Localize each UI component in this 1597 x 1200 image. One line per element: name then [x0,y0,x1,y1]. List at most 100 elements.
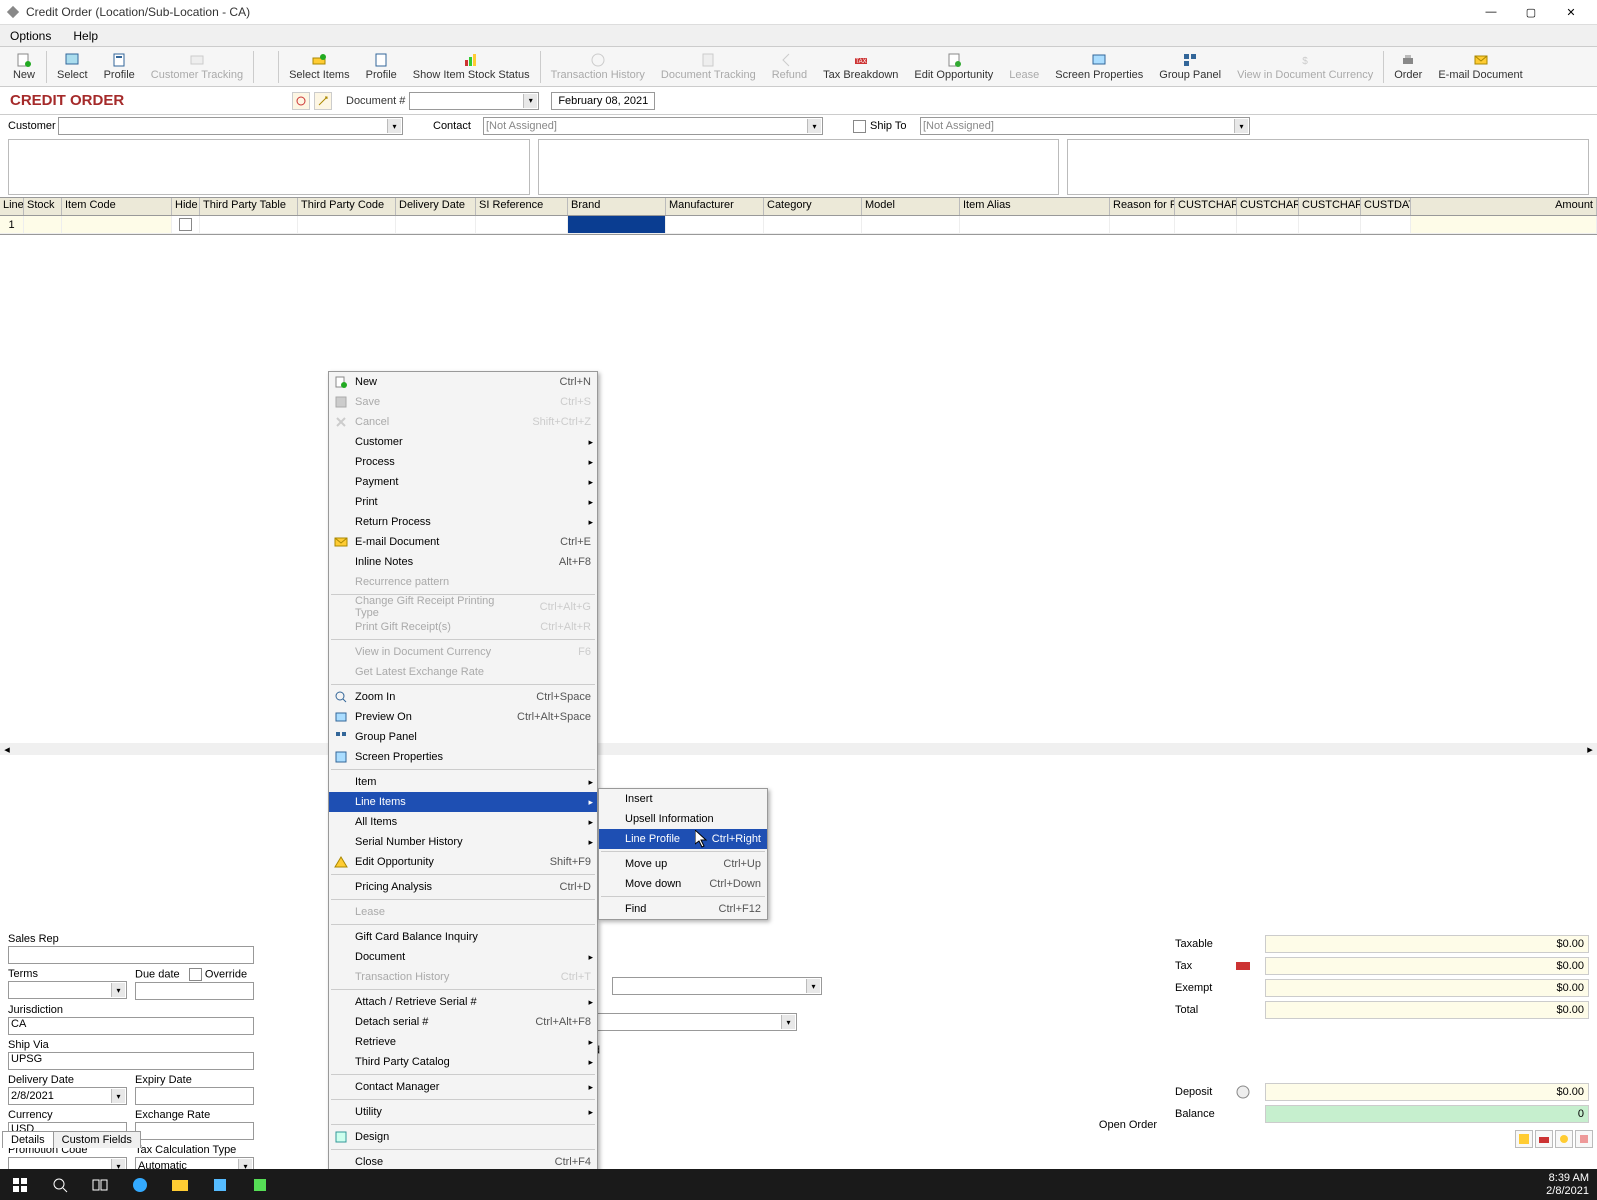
tb-edit-opportunity[interactable]: Edit Opportunity [906,50,1001,83]
menu-options[interactable]: Options [6,27,55,45]
menu-lease: Lease [329,902,597,922]
doc-icon-1[interactable] [292,92,310,110]
menu-preview-on[interactable]: Preview OnCtrl+Alt+Space [329,707,597,727]
context-submenu-line-items[interactable]: InsertUpsell InformationLine ProfileCtrl… [598,788,768,920]
menu-move-up[interactable]: Move upCtrl+Up [599,854,767,874]
ie-icon[interactable] [120,1169,160,1200]
explorer-icon[interactable] [160,1169,200,1200]
menu-change-gift-receipt-printing-type: Change Gift Receipt Printing TypeCtrl+Al… [329,597,597,617]
tb-screen-properties[interactable]: Screen Properties [1047,50,1151,83]
grid-hscroll[interactable]: ◂ ▸ [0,743,1597,755]
tb-group-panel[interactable]: Group Panel [1151,50,1229,83]
tb-profile[interactable]: Profile [96,50,143,83]
menu-print[interactable]: Print▸ [329,492,597,512]
menu-line-profile[interactable]: Line ProfileCtrl+Right [599,829,767,849]
taskbar[interactable]: 8:39 AM 2/8/2021 [0,1169,1597,1200]
exempt-label: Exempt [1175,982,1235,994]
menu-line-items[interactable]: Line Items▸ [329,792,597,812]
deposit-label: Deposit [1175,1086,1235,1098]
start-button[interactable] [0,1169,40,1200]
menu-zoom-in[interactable]: Zoom InCtrl+Space [329,687,597,707]
tb-new[interactable]: New [4,50,44,83]
duedate-input[interactable] [135,982,254,1000]
tab-custom-fields[interactable]: Custom Fields [53,1131,141,1148]
menu-insert[interactable]: Insert [599,789,767,809]
menu-upsell-information[interactable]: Upsell Information [599,809,767,829]
menu-payment[interactable]: Payment▸ [329,472,597,492]
menu-detach-serial-[interactable]: Detach serial #Ctrl+Alt+F8 [329,1012,597,1032]
menu-find[interactable]: FindCtrl+F12 [599,899,767,919]
doc-date[interactable]: February 08, 2021 [551,92,655,110]
tray-icon-4[interactable] [1575,1130,1593,1148]
tb-select[interactable]: Select [49,50,96,83]
app-icon-2[interactable] [240,1169,280,1200]
shipto-label: Ship To [870,120,920,132]
menu-all-items[interactable]: All Items▸ [329,812,597,832]
menu-gift-card-balance-inquiry[interactable]: Gift Card Balance Inquiry [329,927,597,947]
menu-new[interactable]: NewCtrl+N [329,372,597,392]
menu-contact-manager[interactable]: Contact Manager▸ [329,1077,597,1097]
menu-customer[interactable]: Customer▸ [329,432,597,452]
menu-help[interactable]: Help [69,27,102,45]
override-check[interactable] [189,968,202,981]
shipto-check[interactable] [853,120,866,133]
menu-process[interactable]: Process▸ [329,452,597,472]
salesrep-input[interactable] [8,946,254,964]
menu-group-panel[interactable]: Group Panel [329,727,597,747]
tb-order[interactable]: Order [1386,50,1430,83]
menu-e-mail-document[interactable]: E-mail DocumentCtrl+E [329,532,597,552]
tb-select-items[interactable]: Select Items [281,50,358,83]
menu-serial-number-history[interactable]: Serial Number History▸ [329,832,597,852]
hide-check[interactable] [179,218,192,231]
contact-combo[interactable]: [Not Assigned]▾ [483,117,823,135]
menu-move-down[interactable]: Move downCtrl+Down [599,874,767,894]
mid-combo-1[interactable]: ▾ [612,977,822,995]
menu-return-process[interactable]: Return Process▸ [329,512,597,532]
menu-retrieve[interactable]: Retrieve▸ [329,1032,597,1052]
menu-transaction-history: Transaction HistoryCtrl+T [329,967,597,987]
items-grid[interactable]: Line Stock Item Code Hide Third Party Ta… [0,197,1597,235]
terms-combo[interactable]: ▾ [8,981,127,999]
svg-text:$: $ [1302,56,1308,67]
menu-third-party-catalog[interactable]: Third Party Catalog▸ [329,1052,597,1072]
menu-edit-opportunity[interactable]: Edit OpportunityShift+F9 [329,852,597,872]
menu-screen-properties[interactable]: Screen Properties [329,747,597,767]
close-button[interactable]: ✕ [1551,1,1591,23]
menu-utility[interactable]: Utility▸ [329,1102,597,1122]
shipto-combo[interactable]: [Not Assigned]▾ [920,117,1250,135]
doc-num-combo[interactable]: ▾ [409,92,539,110]
tb-stock-status[interactable]: Show Item Stock Status [405,50,538,83]
maximize-button[interactable]: ▢ [1511,1,1551,23]
tray-icon-3[interactable] [1555,1130,1573,1148]
tb-email[interactable]: E-mail Document [1430,50,1530,83]
tab-details[interactable]: Details [2,1131,54,1148]
jurisdiction-input[interactable]: CA [8,1017,254,1035]
deposit-icon[interactable] [1235,1084,1251,1100]
menu-design[interactable]: Design [329,1127,597,1147]
menu-document[interactable]: Document▸ [329,947,597,967]
minimize-button[interactable]: — [1471,1,1511,23]
tb-profile2[interactable]: Profile [358,50,405,83]
customer-combo[interactable]: ▾ [58,117,403,135]
contact-label: Contact [433,120,483,132]
taskbar-clock[interactable]: 8:39 AM 2/8/2021 [1546,1172,1597,1198]
search-icon[interactable] [40,1169,80,1200]
grid-row-1[interactable]: 1 [0,216,1597,234]
menu-pricing-analysis[interactable]: Pricing AnalysisCtrl+D [329,877,597,897]
tray-icon-1[interactable] [1515,1130,1533,1148]
tax-icon[interactable] [1235,958,1251,974]
menu-attach-retrieve-serial-[interactable]: Attach / Retrieve Serial #▸ [329,992,597,1012]
menu-inline-notes[interactable]: Inline NotesAlt+F8 [329,552,597,572]
expiry-input[interactable] [135,1087,254,1105]
currency-label: Currency [8,1109,127,1121]
shipvia-input[interactable]: UPSG [8,1052,254,1070]
context-menu-main[interactable]: NewCtrl+NSaveCtrl+SCancelShift+Ctrl+ZCus… [328,371,598,1173]
doc-icon-2[interactable] [314,92,332,110]
app-icon-1[interactable] [200,1169,240,1200]
deliverydate-combo[interactable]: 2/8/2021▾ [8,1087,127,1105]
tray-icon-2[interactable] [1535,1130,1553,1148]
exrate-input[interactable] [135,1122,254,1140]
menu-item[interactable]: Item▸ [329,772,597,792]
taskview-icon[interactable] [80,1169,120,1200]
tb-tax-breakdown[interactable]: TAXTax Breakdown [815,50,906,83]
